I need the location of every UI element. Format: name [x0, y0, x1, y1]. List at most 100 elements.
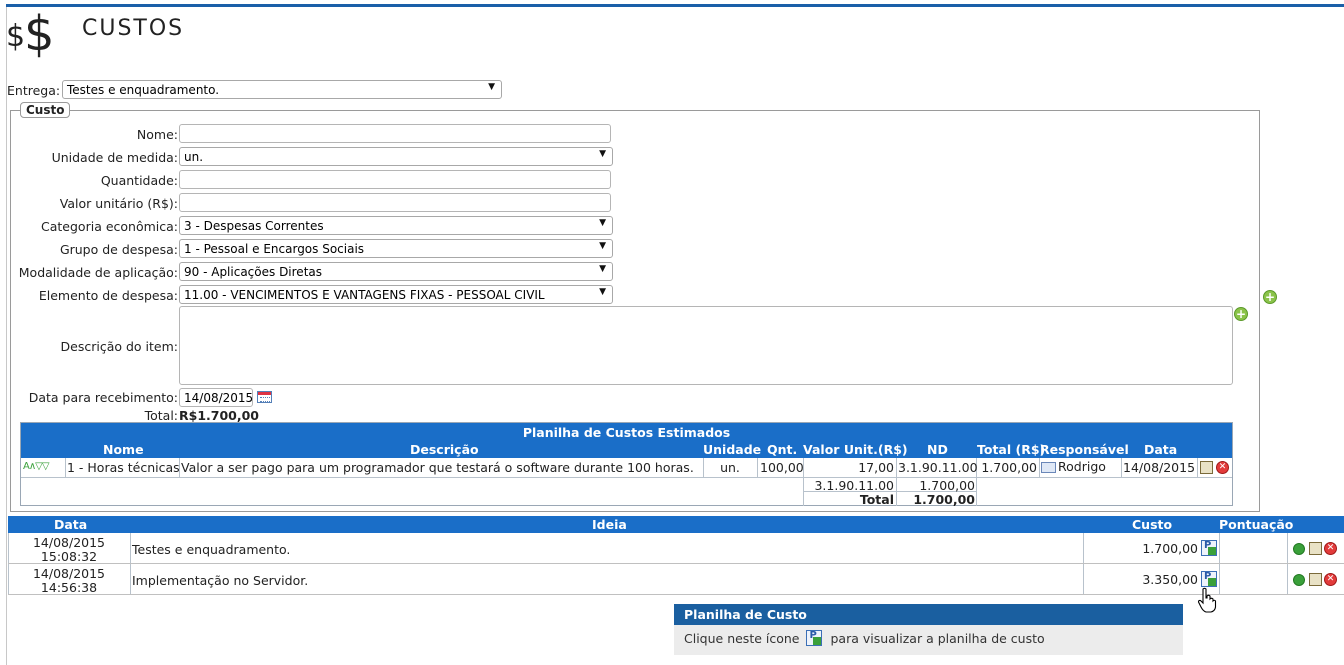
unidade-value: un.	[184, 150, 204, 164]
tooltip-title: Planilha de Custo	[674, 604, 1183, 625]
grupo-select[interactable]: 1 - Pessoal e Encargos Sociais ▼	[179, 239, 613, 258]
elemento-select[interactable]: 11.00 - VENCIMENTOS E VANTAGENS FIXAS - …	[179, 285, 613, 304]
row-time: 14:56:38	[40, 580, 98, 595]
data-recebimento-input[interactable]: 14/08/2015	[179, 388, 253, 407]
planilha-tooltip: Planilha de Custo Clique neste ícone P p…	[674, 604, 1183, 655]
envelope-icon[interactable]	[1041, 462, 1056, 473]
col-responsavel: Responsável	[1040, 442, 1129, 457]
unidade-select[interactable]: un. ▼	[179, 147, 613, 166]
categoria-label: Categoria econômica:	[41, 219, 178, 234]
valor-unitario-label: Valor unitário (R$):	[59, 196, 178, 211]
tooltip-text-after: para visualizar a planilha de custo	[830, 631, 1045, 646]
col-ideia: Ideia	[592, 517, 627, 532]
subtotal-value: 1.700,00	[919, 478, 975, 493]
row-valor-unit: 17,00	[858, 460, 894, 475]
unidade-label: Unidade de medida:	[51, 150, 178, 165]
page-title: CUSTOS	[82, 16, 185, 41]
row-qnt: 100,00	[760, 460, 804, 475]
edit-icon[interactable]	[1200, 461, 1213, 474]
grupo-label: Grupo de despesa:	[59, 242, 178, 257]
col-valor-unit: Valor Unit.(R$)	[803, 442, 908, 457]
modalidade-select[interactable]: 90 - Aplicações Diretas ▼	[179, 262, 613, 281]
data-recebimento-label: Data para recebimento:	[28, 390, 178, 405]
row-custo: 3.350,00	[1142, 572, 1198, 587]
descricao-textarea[interactable]	[179, 306, 1233, 385]
nome-input[interactable]	[179, 124, 611, 143]
col-nd: ND	[927, 442, 948, 457]
planilha-table: Planilha de Custos Estimados Nome Descri…	[20, 422, 1233, 507]
sheet-icon[interactable]: P	[1201, 540, 1217, 556]
row-nd: 3.1.90.11.00	[898, 460, 978, 475]
reorder-icons[interactable]: A∧▽▽	[23, 461, 50, 472]
nome-label: Nome:	[136, 127, 178, 142]
dollar-icon: $ $	[6, 6, 55, 62]
row-custo: 1.700,00	[1142, 541, 1198, 556]
subtotal-nd: 3.1.90.11.00	[814, 478, 894, 493]
delete-icon[interactable]: ✕	[1216, 461, 1229, 474]
total-row-value: 1.700,00	[913, 492, 975, 507]
elemento-label: Elemento de despesa:	[38, 288, 178, 303]
table-row[interactable]: 14/08/2015 15:08:32 Testes e enquadramen…	[8, 533, 1344, 564]
chevron-down-icon: ▼	[599, 264, 606, 274]
categoria-select[interactable]: 3 - Despesas Correntes ▼	[179, 216, 613, 235]
row-nome: 1 - Horas técnicas	[67, 460, 180, 475]
add-icon[interactable]: +	[1263, 290, 1277, 304]
chevron-down-icon: ▼	[488, 82, 495, 92]
row-date: 14/08/2015	[32, 566, 106, 581]
delete-icon[interactable]: ✕	[1324, 573, 1337, 586]
col-descricao: Descrição	[410, 442, 479, 457]
quantidade-label: Quantidade:	[100, 173, 178, 188]
row-total: 1.700,00	[981, 460, 1037, 475]
valor-unitario-input[interactable]	[179, 193, 611, 212]
tooltip-body: Clique neste ícone P para visualizar a p…	[684, 630, 1045, 646]
modalidade-value: 90 - Aplicações Diretas	[184, 265, 322, 279]
add-icon[interactable]: +	[1234, 307, 1248, 321]
total-label: Total:	[144, 408, 178, 423]
elemento-value: 11.00 - VENCIMENTOS E VANTAGENS FIXAS - …	[184, 288, 545, 302]
col-data: Data	[1144, 442, 1178, 457]
row-data: 14/08/2015	[1123, 460, 1196, 475]
quantidade-input[interactable]	[179, 170, 611, 189]
row-ideia: Testes e enquadramento.	[132, 542, 291, 557]
col-unidade: Unidade	[703, 442, 762, 457]
categoria-value: 3 - Despesas Correntes	[184, 219, 324, 233]
entrega-label: Entrega:	[7, 83, 61, 98]
descricao-label: Descrição do item:	[60, 339, 178, 354]
sheet-icon: P	[806, 630, 823, 646]
chevron-down-icon: ▼	[599, 149, 606, 159]
delete-icon[interactable]: ✕	[1324, 542, 1337, 555]
custo-legend: Custo	[20, 102, 71, 118]
planilha-title: Planilha de Custos Estimados	[522, 425, 731, 440]
col-pontuacao: Pontuação	[1219, 517, 1294, 532]
chevron-down-icon: ▼	[599, 287, 606, 297]
vote-icon[interactable]	[1293, 543, 1305, 555]
chevron-down-icon: ▼	[599, 241, 606, 251]
entrega-select-value: Testes e enquadramento.	[67, 83, 220, 97]
edit-icon[interactable]	[1309, 542, 1322, 555]
row-date: 14/08/2015	[32, 535, 106, 550]
vote-icon[interactable]	[1293, 574, 1305, 586]
tooltip-text-before: Clique neste ícone	[684, 631, 800, 646]
ideias-header: Data Ideia Custo Pontuação	[8, 516, 1344, 533]
col-data: Data	[54, 517, 88, 532]
col-custo: Custo	[1132, 517, 1173, 532]
grupo-value: 1 - Pessoal e Encargos Sociais	[184, 242, 365, 256]
sheet-icon[interactable]: P	[1201, 571, 1217, 587]
row-descricao: Valor a ser pago para um programador que…	[181, 460, 694, 475]
chevron-down-icon: ▼	[599, 218, 606, 228]
total-row-label: Total	[859, 492, 894, 507]
top-border	[6, 4, 1344, 7]
hand-cursor	[1197, 587, 1217, 613]
left-border	[6, 7, 7, 665]
col-total: Total (R$)	[977, 442, 1046, 457]
planilha-header: Planilha de Custos Estimados Nome Descri…	[21, 423, 1232, 458]
entrega-select[interactable]: Testes e enquadramento. ▼	[62, 80, 502, 99]
total-value: R$1.700,00	[179, 408, 260, 423]
table-row[interactable]: 14/08/2015 14:56:38 Implementação no Ser…	[8, 564, 1344, 595]
col-qnt: Qnt.	[767, 442, 798, 457]
row-ideia: Implementação no Servidor.	[132, 573, 309, 588]
edit-icon[interactable]	[1309, 573, 1322, 586]
col-nome: Nome	[103, 442, 144, 457]
calendar-icon[interactable]	[257, 391, 272, 403]
row-responsavel: Rodrigo	[1058, 459, 1106, 474]
